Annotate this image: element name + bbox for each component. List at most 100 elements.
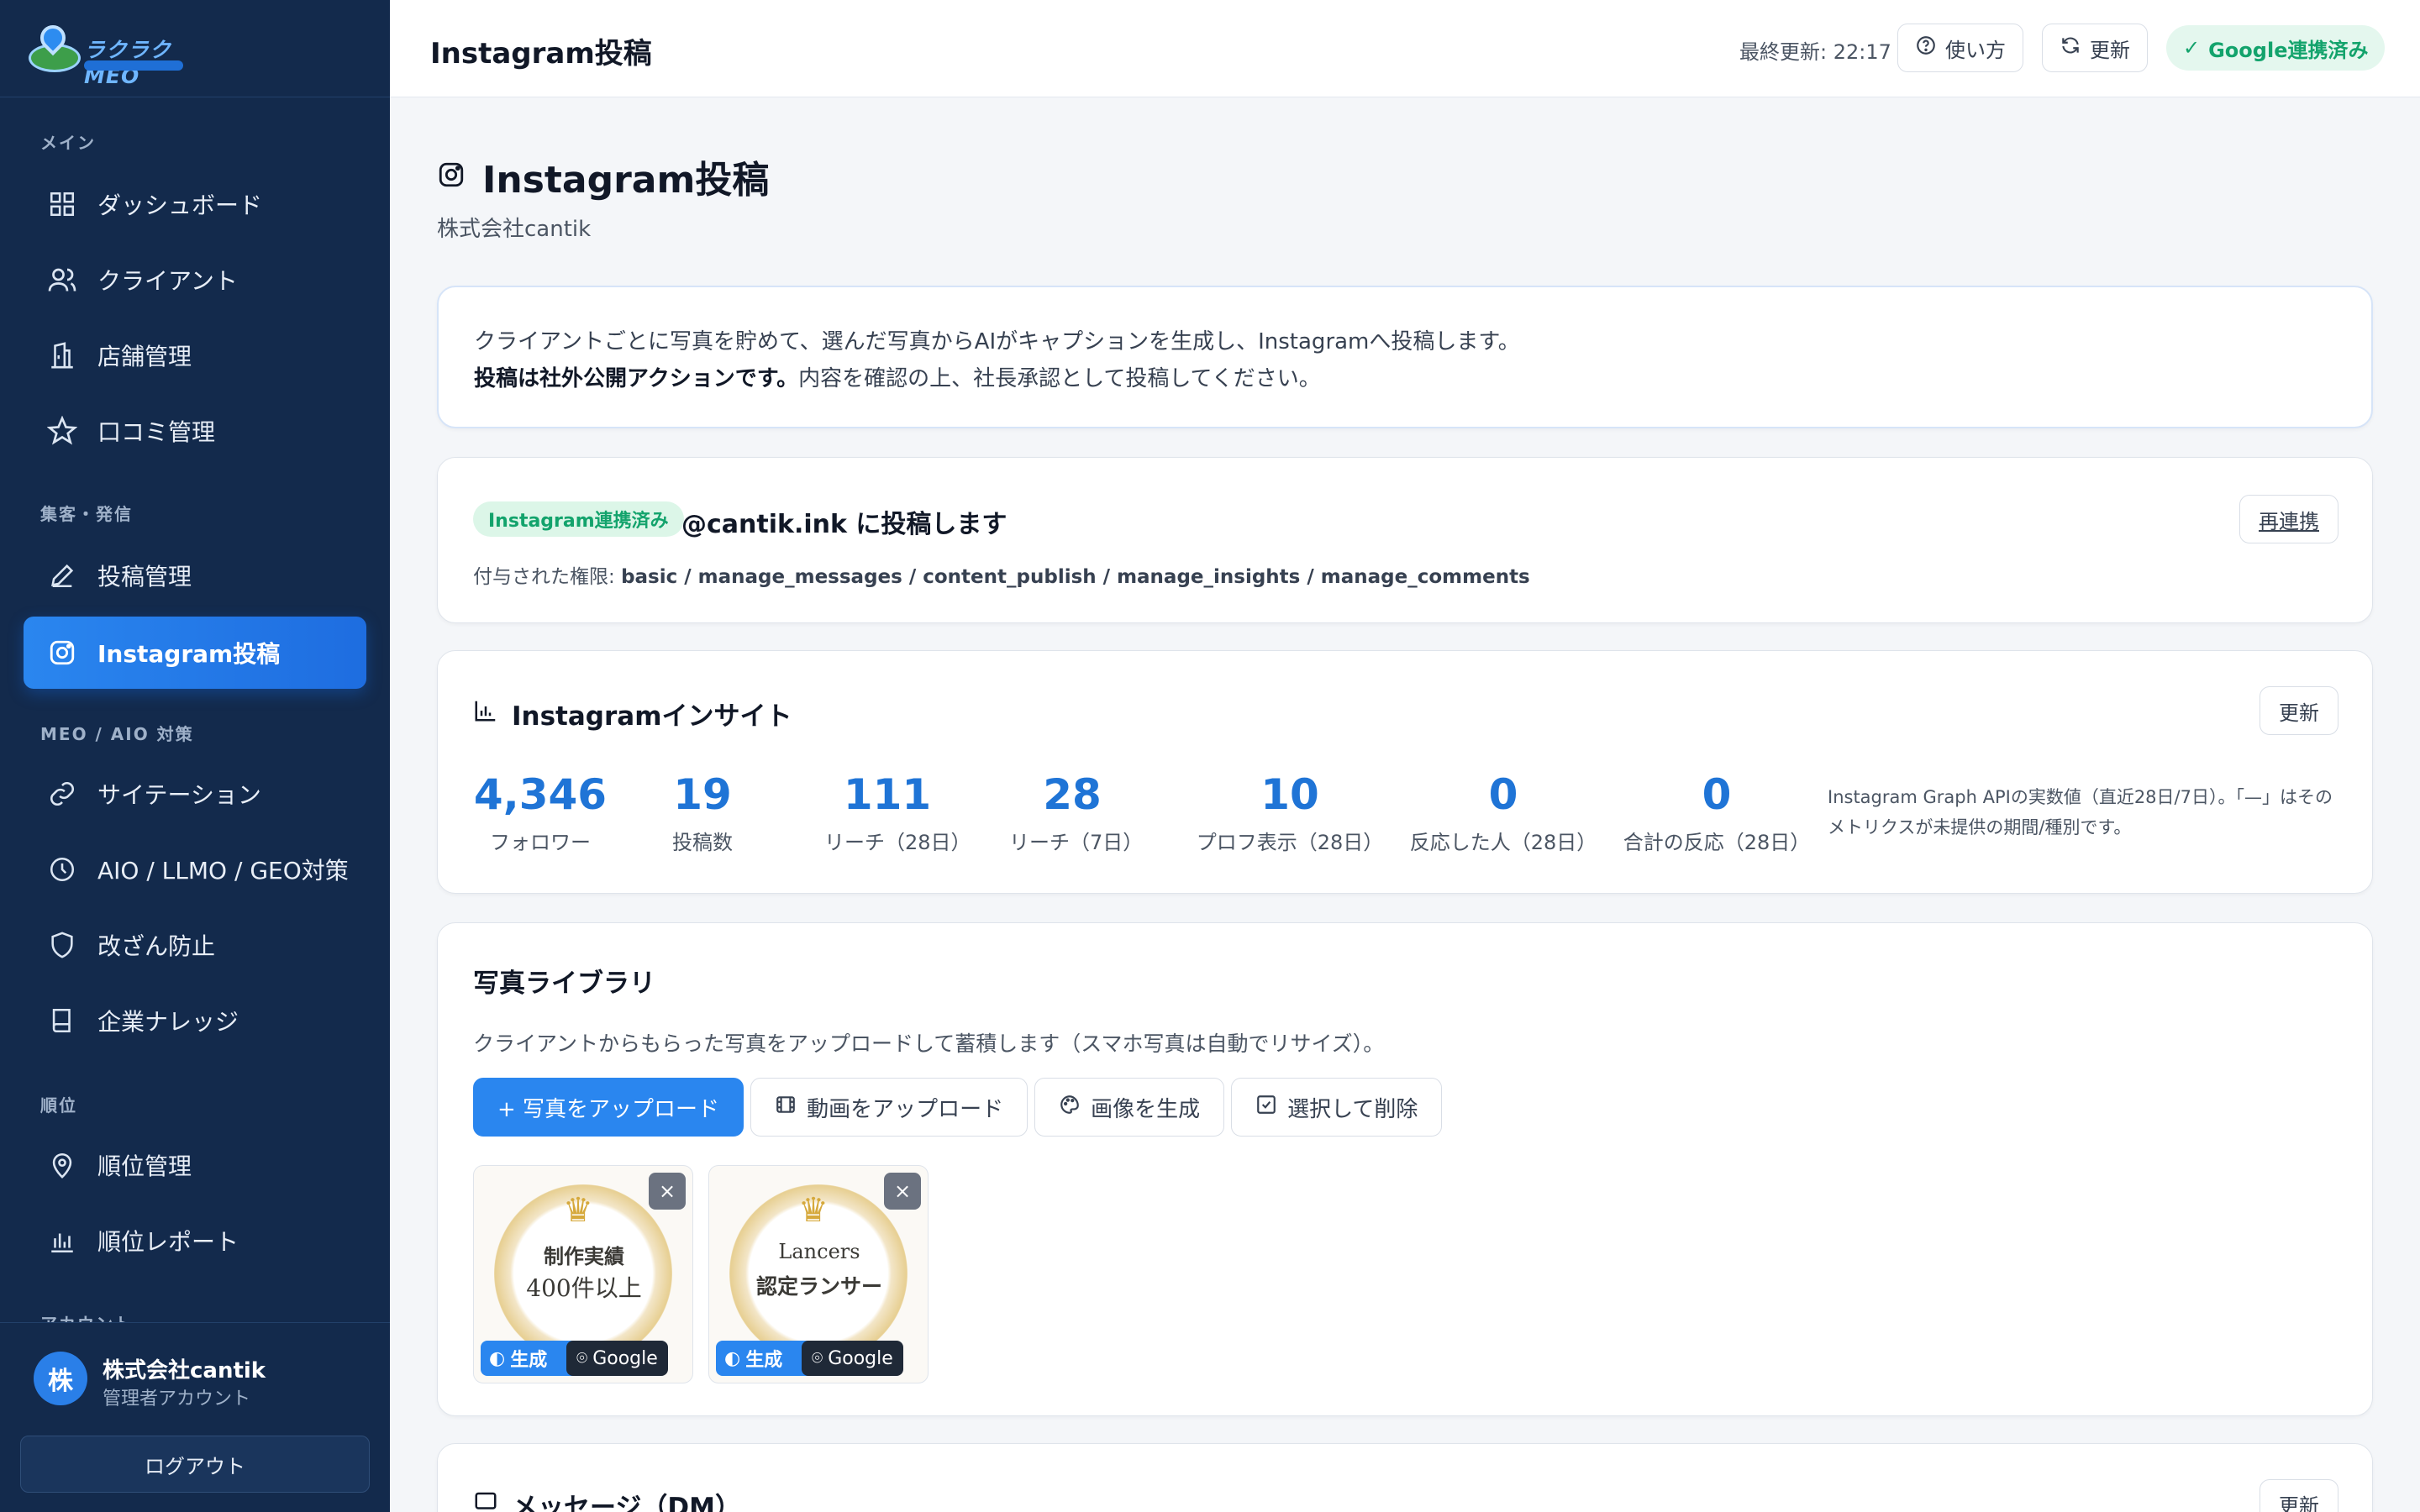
sidebar-item-label: AIO / LLMO / GEO対策 (97, 857, 349, 885)
relink-button[interactable]: 再連携 (2239, 495, 2338, 543)
messages-refresh-button[interactable]: 更新 (2260, 1479, 2338, 1512)
page-title-row: Instagram投稿 (437, 150, 769, 203)
brand-logo: ラクラクMEO (29, 19, 188, 88)
sidebar-item-aio[interactable]: AIO / LLMO / GEO対策 (24, 833, 366, 906)
insights-title: Instagramインサイト (473, 695, 792, 732)
brand[interactable]: ラクラクMEO (0, 0, 390, 97)
photo-thumbnail[interactable]: ♛ Lancers 認定ランサー × ◐ 生成 ⌾ Google (708, 1165, 929, 1383)
sidebar-item-rank[interactable]: 順位管理 (24, 1129, 366, 1201)
post-to-google-button[interactable]: ⌾ Google (802, 1341, 903, 1376)
upload-photo-button[interactable]: + 写真をアップロード (473, 1078, 744, 1137)
generate-label: 生成 (510, 1350, 548, 1371)
topbar: Instagram投稿 最終更新: 22:17 使い方 更新 ✓ Google連… (390, 0, 2420, 97)
stat-posts: 19 投稿数 (648, 770, 757, 855)
crown-icon: ♛ (563, 1191, 593, 1230)
photo-text-1: Lancers (778, 1240, 860, 1263)
sidebar-item-reviews[interactable]: 口コミ管理 (24, 395, 366, 467)
select-delete-button[interactable]: 選択して削除 (1231, 1078, 1443, 1137)
sidebar-item-instagram[interactable]: Instagram投稿 (24, 617, 366, 689)
link-icon (45, 777, 79, 811)
permissions: 付与された権限: basic / manage_messages / conte… (473, 560, 1530, 589)
post-to-google-button[interactable]: ⌾ Google (566, 1341, 668, 1376)
photo-text-1: 制作実績 (544, 1244, 624, 1268)
stat-label: フォロワー (490, 831, 591, 854)
stat-label: 合計の反応（28日） (1623, 831, 1811, 854)
remove-photo-button[interactable]: × (884, 1173, 921, 1210)
bar-chart-icon (473, 698, 498, 730)
last-update: 最終更新: 22:17 (1739, 40, 1891, 64)
sidebar-item-label: 順位レポート (97, 1228, 239, 1256)
intro-card: クライアントごとに写真を貯めて、選んだ写真からAIがキャプションを生成し、Ins… (437, 286, 2373, 428)
photo-thumbnail[interactable]: ♛ 制作実績 400件以上 × ◐ 生成 ⌾ Google (473, 1165, 693, 1383)
map-pin-icon: ⌾ (576, 1347, 588, 1369)
google-label: Google (592, 1347, 658, 1369)
book-icon (45, 1004, 79, 1037)
sidebar-item-knowledge[interactable]: 企業ナレッジ (24, 984, 366, 1057)
sidebar-item-tamper[interactable]: 改ざん防止 (24, 909, 366, 981)
publish-target: @cantik.ink に投稿します (681, 510, 1007, 539)
pencil-icon (45, 559, 79, 592)
messages-card: メッセージ（DM） 更新 (437, 1443, 2373, 1512)
message-square-icon (473, 1489, 498, 1512)
logout-button[interactable]: ログアウト (20, 1436, 370, 1493)
sidebar-item-label: クライアント (97, 267, 238, 295)
help-button[interactable]: 使い方 (1897, 24, 2023, 72)
sidebar-footer: 株 株式会社cantik 管理者アカウント ログアウト (0, 1322, 390, 1512)
stat-label: 反応した人（28日） (1409, 831, 1597, 854)
stat-label: 投稿数 (672, 831, 733, 854)
clock-icon (45, 853, 79, 886)
google-label: Google (828, 1347, 893, 1369)
generate-label: 生成 (745, 1350, 783, 1371)
avatar: 株 (34, 1352, 87, 1405)
permissions-label: 付与された権限: (473, 566, 622, 588)
sidebar-item-label: 投稿管理 (97, 563, 192, 591)
google-status-label: Google連携済み (2208, 38, 2369, 62)
stat-value: 111 (843, 770, 932, 819)
insights-note: Instagram Graph APIの実数値（直近28日/7日）。「—」はその… (1828, 787, 2333, 837)
sidebar-item-label: 店舗管理 (97, 343, 192, 370)
select-delete-label: 選択して削除 (1287, 1096, 1418, 1122)
instagram-icon (45, 636, 79, 669)
messages-title: メッセージ（DM） (473, 1486, 741, 1512)
library-title: 写真ライブラリ (473, 969, 655, 999)
sidebar-item-label: サイテーション (97, 781, 261, 809)
palette-icon: ◐ (489, 1347, 506, 1369)
upload-video-label: 動画をアップロード (807, 1096, 1004, 1122)
page-subtitle: 株式会社cantik (437, 217, 592, 242)
account-card: Instagram連携済み @cantik.ink に投稿します 付与された権限… (437, 457, 2373, 623)
nav-section-meo-aio: MEO / AIO 対策 (40, 724, 194, 744)
sidebar-item-citation[interactable]: サイテーション (24, 758, 366, 830)
bar-chart-icon (45, 1224, 79, 1257)
sidebar-item-dashboard[interactable]: ダッシュボード (24, 168, 366, 240)
sidebar-item-clients[interactable]: クライアント (24, 244, 366, 316)
library-actions: + 写真をアップロード 動画をアップロード 画像を生成 選択して削除 (473, 1078, 1449, 1137)
insights-refresh-button[interactable]: 更新 (2260, 686, 2338, 735)
grid-icon (45, 187, 79, 221)
stat-engaged: 0 反応した人（28日） (1404, 770, 1602, 855)
generate-image-button[interactable]: 画像を生成 (1034, 1078, 1225, 1137)
google-status-badge: ✓ Google連携済み (2166, 25, 2386, 71)
sidebar-item-label: 企業ナレッジ (97, 1008, 239, 1036)
star-icon (45, 414, 79, 448)
palette-icon (1059, 1094, 1081, 1121)
stat-reach-28d: 111 リーチ（28日） (824, 770, 971, 855)
remove-photo-button[interactable]: × (649, 1173, 686, 1210)
sidebar-item-posts[interactable]: 投稿管理 (24, 539, 366, 612)
photo-text-2: 400件以上 (526, 1274, 642, 1302)
sidebar-item-label: 順位管理 (97, 1152, 192, 1180)
map-pin-icon (45, 1148, 79, 1182)
intro-line-2: 投稿は社外公開アクションです。内容を確認の上、社長承認として投稿してください。 (474, 361, 1321, 392)
question-circle-icon (1915, 34, 1937, 61)
sidebar-item-label: 改ざん防止 (97, 932, 216, 960)
stat-value: 0 (1702, 770, 1732, 819)
upload-video-button[interactable]: 動画をアップロード (750, 1078, 1028, 1137)
sidebar-item-label: Instagram投稿 (97, 640, 281, 668)
sidebar-item-stores[interactable]: 店舗管理 (24, 319, 366, 391)
shield-icon (45, 928, 79, 962)
stat-value: 28 (1043, 770, 1102, 819)
photo-text-2: 認定ランサー (755, 1274, 882, 1299)
refresh-button[interactable]: 更新 (2042, 24, 2148, 72)
sidebar-item-rank-report[interactable]: 順位レポート (24, 1205, 366, 1277)
check-icon: ✓ (2183, 36, 2201, 60)
users-icon (45, 263, 79, 297)
